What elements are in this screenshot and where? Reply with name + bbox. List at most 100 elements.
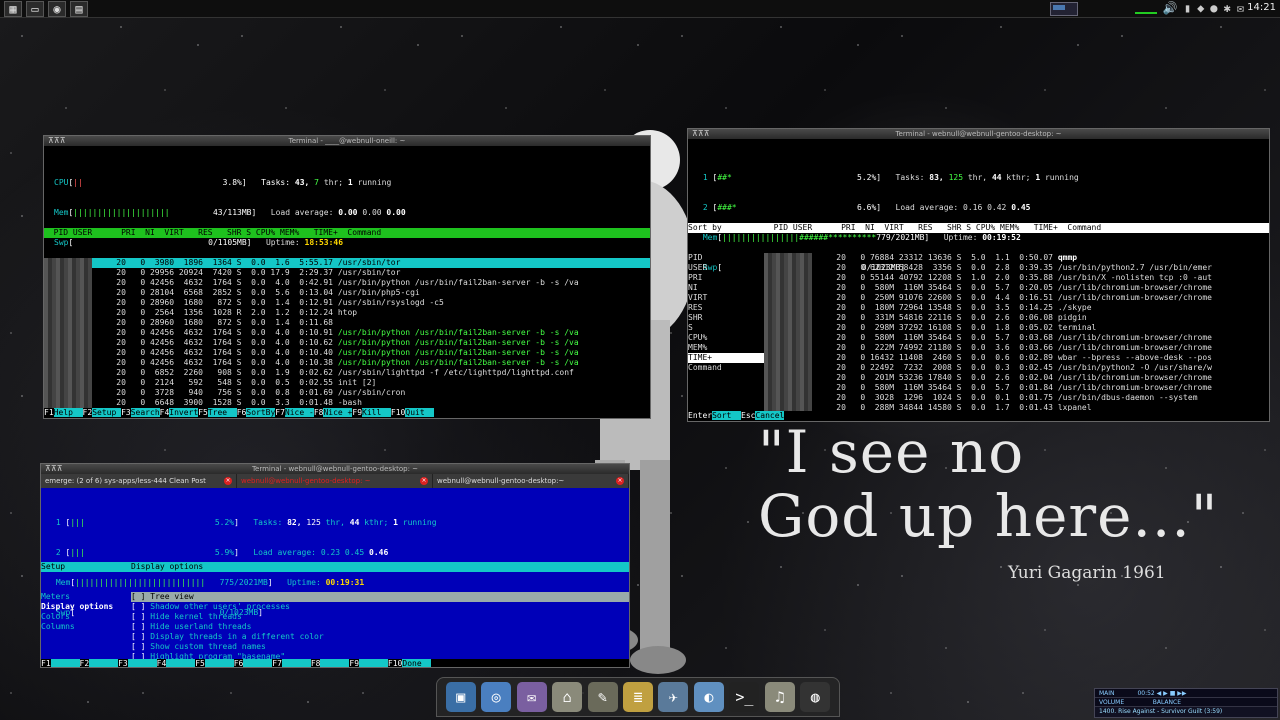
setup-menu-item[interactable]: Display options: [41, 602, 131, 612]
terminal-window-setup[interactable]: ⊼⊼⊼ Terminal - webnull@webnull-gentoo-de…: [40, 463, 630, 668]
table-row[interactable]: 20 0 6852 2260 908 S 0.0 1.9 0:02.62 /us…: [44, 368, 650, 378]
app-menu-icon[interactable]: ▦: [4, 0, 22, 17]
sort-by-panel[interactable]: Sort by PID USER PRI NI VIRT RES SHR S CPU% MEM% T…: [688, 203, 764, 413]
table-row[interactable]: 20 0 180M 72964 13548 S 0.0 3.5 0:14.25 …: [764, 303, 1269, 313]
process-table-header[interactable]: PID USER PRI NI VIRT RES SHR S CPU% MEM%…: [44, 228, 650, 238]
display-option[interactable]: [ ] Tree view: [131, 592, 629, 602]
sort-option[interactable]: S: [688, 323, 764, 333]
function-key-button[interactable]: [166, 659, 196, 667]
function-key-button[interactable]: Help: [53, 408, 83, 417]
function-key-button[interactable]: Nice +: [323, 408, 353, 417]
terminal-tab[interactable]: emerge: (2 of 6) sys-apps/less-444 Clean…: [41, 474, 237, 488]
table-row[interactable]: 20 0 580M 116M 35464 S 0.0 5.7 0:01.84 /…: [764, 383, 1269, 393]
gimp-icon[interactable]: ✎: [587, 682, 618, 712]
table-row[interactable]: 20 0 42456 4632 1764 S 0.0 4.0 0:10.40 /…: [44, 348, 650, 358]
pidgin-tray-icon[interactable]: ●: [1210, 1, 1217, 15]
sort-option[interactable]: MEM%: [688, 343, 764, 353]
function-key-button[interactable]: [320, 659, 350, 667]
close-tab-icon[interactable]: ×: [224, 477, 232, 485]
table-row[interactable]: 20 0 29956 20924 7420 S 0.0 17.9 2:29.37…: [44, 268, 650, 278]
sort-option[interactable]: Command: [688, 363, 764, 373]
terminal-tab[interactable]: webnull@webnull-gentoo-desktop:~ ×: [433, 474, 629, 488]
workspace-pager[interactable]: [1050, 2, 1078, 16]
table-row[interactable]: 20 0 222M 74992 21180 S 0.0 3.6 0:03.66 …: [764, 343, 1269, 353]
process-table[interactable]: PID USER PRI NI VIRT RES SHR S CPU% MEM%…: [44, 208, 650, 418]
window-controls-icon[interactable]: ⊼⊼⊼: [692, 129, 710, 139]
terminal-icon[interactable]: >_: [729, 682, 760, 712]
close-tab-icon[interactable]: ×: [616, 477, 624, 485]
table-row[interactable]: 20 0 3980 1896 1364 S 0.0 1.6 5:55.17 /u…: [44, 258, 650, 268]
gear-icon[interactable]: ✱: [1224, 1, 1231, 15]
table-row[interactable]: 20 0 42456 4632 1764 S 0.0 4.0 0:42.91 /…: [44, 278, 650, 288]
volume-slider-label[interactable]: VOLUME: [1099, 699, 1124, 706]
pidgin-icon[interactable]: ✉: [516, 682, 547, 712]
table-row[interactable]: 20 0 3728 940 756 S 0.0 0.8 0:01.69 /usr…: [44, 388, 650, 398]
function-key-button[interactable]: Setup: [92, 408, 122, 417]
setup-menu-item[interactable]: Meters: [41, 592, 131, 602]
mini-player[interactable]: MAIN 00:52 ◀ ▶ ■ ▶▶ VOLUME BALANCE 1400.…: [1094, 688, 1278, 718]
option-checkbox[interactable]: [ ]: [131, 592, 145, 601]
chromium-launcher-icon[interactable]: ◉: [48, 0, 66, 17]
function-key-button[interactable]: [127, 659, 157, 667]
function-key-button[interactable]: Quit: [405, 408, 435, 417]
table-row[interactable]: 20 0 3028 1296 1024 S 0.0 0.1 0:01.75 /u…: [764, 393, 1269, 403]
window-titlebar[interactable]: ⊼⊼⊼ Terminal - webnull@webnull-gentoo-de…: [688, 129, 1269, 139]
table-row[interactable]: 20 0 28104 6568 2852 S 0.0 5.6 0:13.04 /…: [44, 288, 650, 298]
table-row[interactable]: 20 0 28960 1680 872 S 0.0 1.4 0:12.91 /u…: [44, 298, 650, 308]
table-row[interactable]: 20 0 22492 7232 2008 S 0.0 0.3 0:02.45 /…: [764, 363, 1269, 373]
sort-option[interactable]: VIRT: [688, 293, 764, 303]
display-option[interactable]: [ ] Show custom thread names: [131, 642, 629, 652]
function-key-button[interactable]: Invert: [169, 408, 199, 417]
option-checkbox[interactable]: [ ]: [131, 642, 145, 651]
terminal-tab[interactable]: webnull@webnull-gentoo-desktop: ~ ×: [237, 474, 433, 488]
home-folder-icon[interactable]: ⌂: [552, 682, 583, 712]
display-option[interactable]: [ ] Shadow other users' processes: [131, 602, 629, 612]
window-controls-icon[interactable]: ⊼⊼⊼: [45, 464, 63, 474]
function-key-button[interactable]: Sort: [712, 411, 741, 420]
option-checkbox[interactable]: [ ]: [131, 612, 145, 621]
network-monitor-icon[interactable]: [1134, 2, 1157, 14]
table-row[interactable]: 20 0 42456 4632 1764 S 0.0 4.0 0:10.62 /…: [44, 338, 650, 348]
function-key-button[interactable]: [281, 659, 311, 667]
player-icon[interactable]: ◍: [800, 682, 831, 712]
balance-slider-label[interactable]: BALANCE: [1153, 699, 1181, 706]
table-row[interactable]: 20 0 62312 58428 3356 S 0.0 2.8 0:39.35 …: [764, 263, 1269, 273]
table-row[interactable]: 20 0 580M 116M 35464 S 0.0 5.7 0:20.05 /…: [764, 283, 1269, 293]
display-options-panel[interactable]: Display options [ ] Tree view[ ] Shadow …: [131, 542, 629, 667]
display-option[interactable]: [ ] Display threads in a different color: [131, 632, 629, 642]
function-key-button[interactable]: Search: [130, 408, 160, 417]
process-table-header[interactable]: PID USER PRI NI VIRT RES SHR S CPU% MEM%…: [764, 223, 1269, 233]
sort-option[interactable]: TIME+: [688, 353, 764, 363]
table-row[interactable]: 20 0 55144 40792 12208 S 1.0 2.0 0:35.88…: [764, 273, 1269, 283]
window-titlebar[interactable]: ⊼⊼⊼ Terminal - webnull@webnull-gentoo-de…: [41, 464, 629, 474]
table-row[interactable]: 20 0 6648 3900 1528 S 0.0 3.3 0:01.48 -b…: [44, 398, 650, 408]
thunderbird-icon[interactable]: ◐: [693, 682, 724, 712]
player-controls-icon[interactable]: ◀ ▶ ■ ▶▶: [1157, 690, 1187, 697]
sort-option[interactable]: PID: [688, 253, 764, 263]
table-row[interactable]: 20 0 331M 54816 22116 S 0.0 2.6 0:06.08 …: [764, 313, 1269, 323]
function-key-button[interactable]: Done: [402, 659, 432, 667]
function-key-button[interactable]: Kill: [362, 408, 391, 417]
chromium-icon[interactable]: ◎: [481, 682, 512, 712]
setup-menu[interactable]: Setup Meters Display options Colors Columns: [41, 542, 131, 667]
battery-icon[interactable]: ▮: [1184, 1, 1191, 15]
sort-option[interactable]: USER: [688, 263, 764, 273]
table-row[interactable]: 20 0 580M 116M 35464 S 0.0 5.7 0:03.68 /…: [764, 333, 1269, 343]
table-row[interactable]: 20 0 2564 1356 1028 R 2.0 1.2 0:12.24 ht…: [44, 308, 650, 318]
function-key-button[interactable]: Tree: [207, 408, 237, 417]
table-row[interactable]: 20 0 2124 592 548 S 0.0 0.5 0:02.55 init…: [44, 378, 650, 388]
setup-menu-item[interactable]: Colors: [41, 612, 131, 622]
table-row[interactable]: 20 0 16432 11408 2460 S 0.0 0.6 0:02.89 …: [764, 353, 1269, 363]
music-folder-icon[interactable]: ♫: [764, 682, 795, 712]
text-editor-icon[interactable]: ≣: [622, 682, 653, 712]
mail-icon[interactable]: ✈: [658, 682, 689, 712]
sort-option[interactable]: RES: [688, 303, 764, 313]
function-key-button[interactable]: Nice -: [284, 408, 314, 417]
table-row[interactable]: 20 0 42456 4632 1764 S 0.0 4.0 0:10.38 /…: [44, 358, 650, 368]
sort-option[interactable]: SHR: [688, 313, 764, 323]
table-row[interactable]: 20 0 298M 37292 16108 S 0.0 1.8 0:05.02 …: [764, 323, 1269, 333]
table-row[interactable]: 20 0 42456 4632 1764 S 0.0 4.0 0:10.91 /…: [44, 328, 650, 338]
display-option[interactable]: [ ] Hide userland threads: [131, 622, 629, 632]
display-option[interactable]: [ ] Hide kernel threads: [131, 612, 629, 622]
table-row[interactable]: 20 0 76884 23312 13636 S 5.0 1.1 0:50.07…: [764, 253, 1269, 263]
